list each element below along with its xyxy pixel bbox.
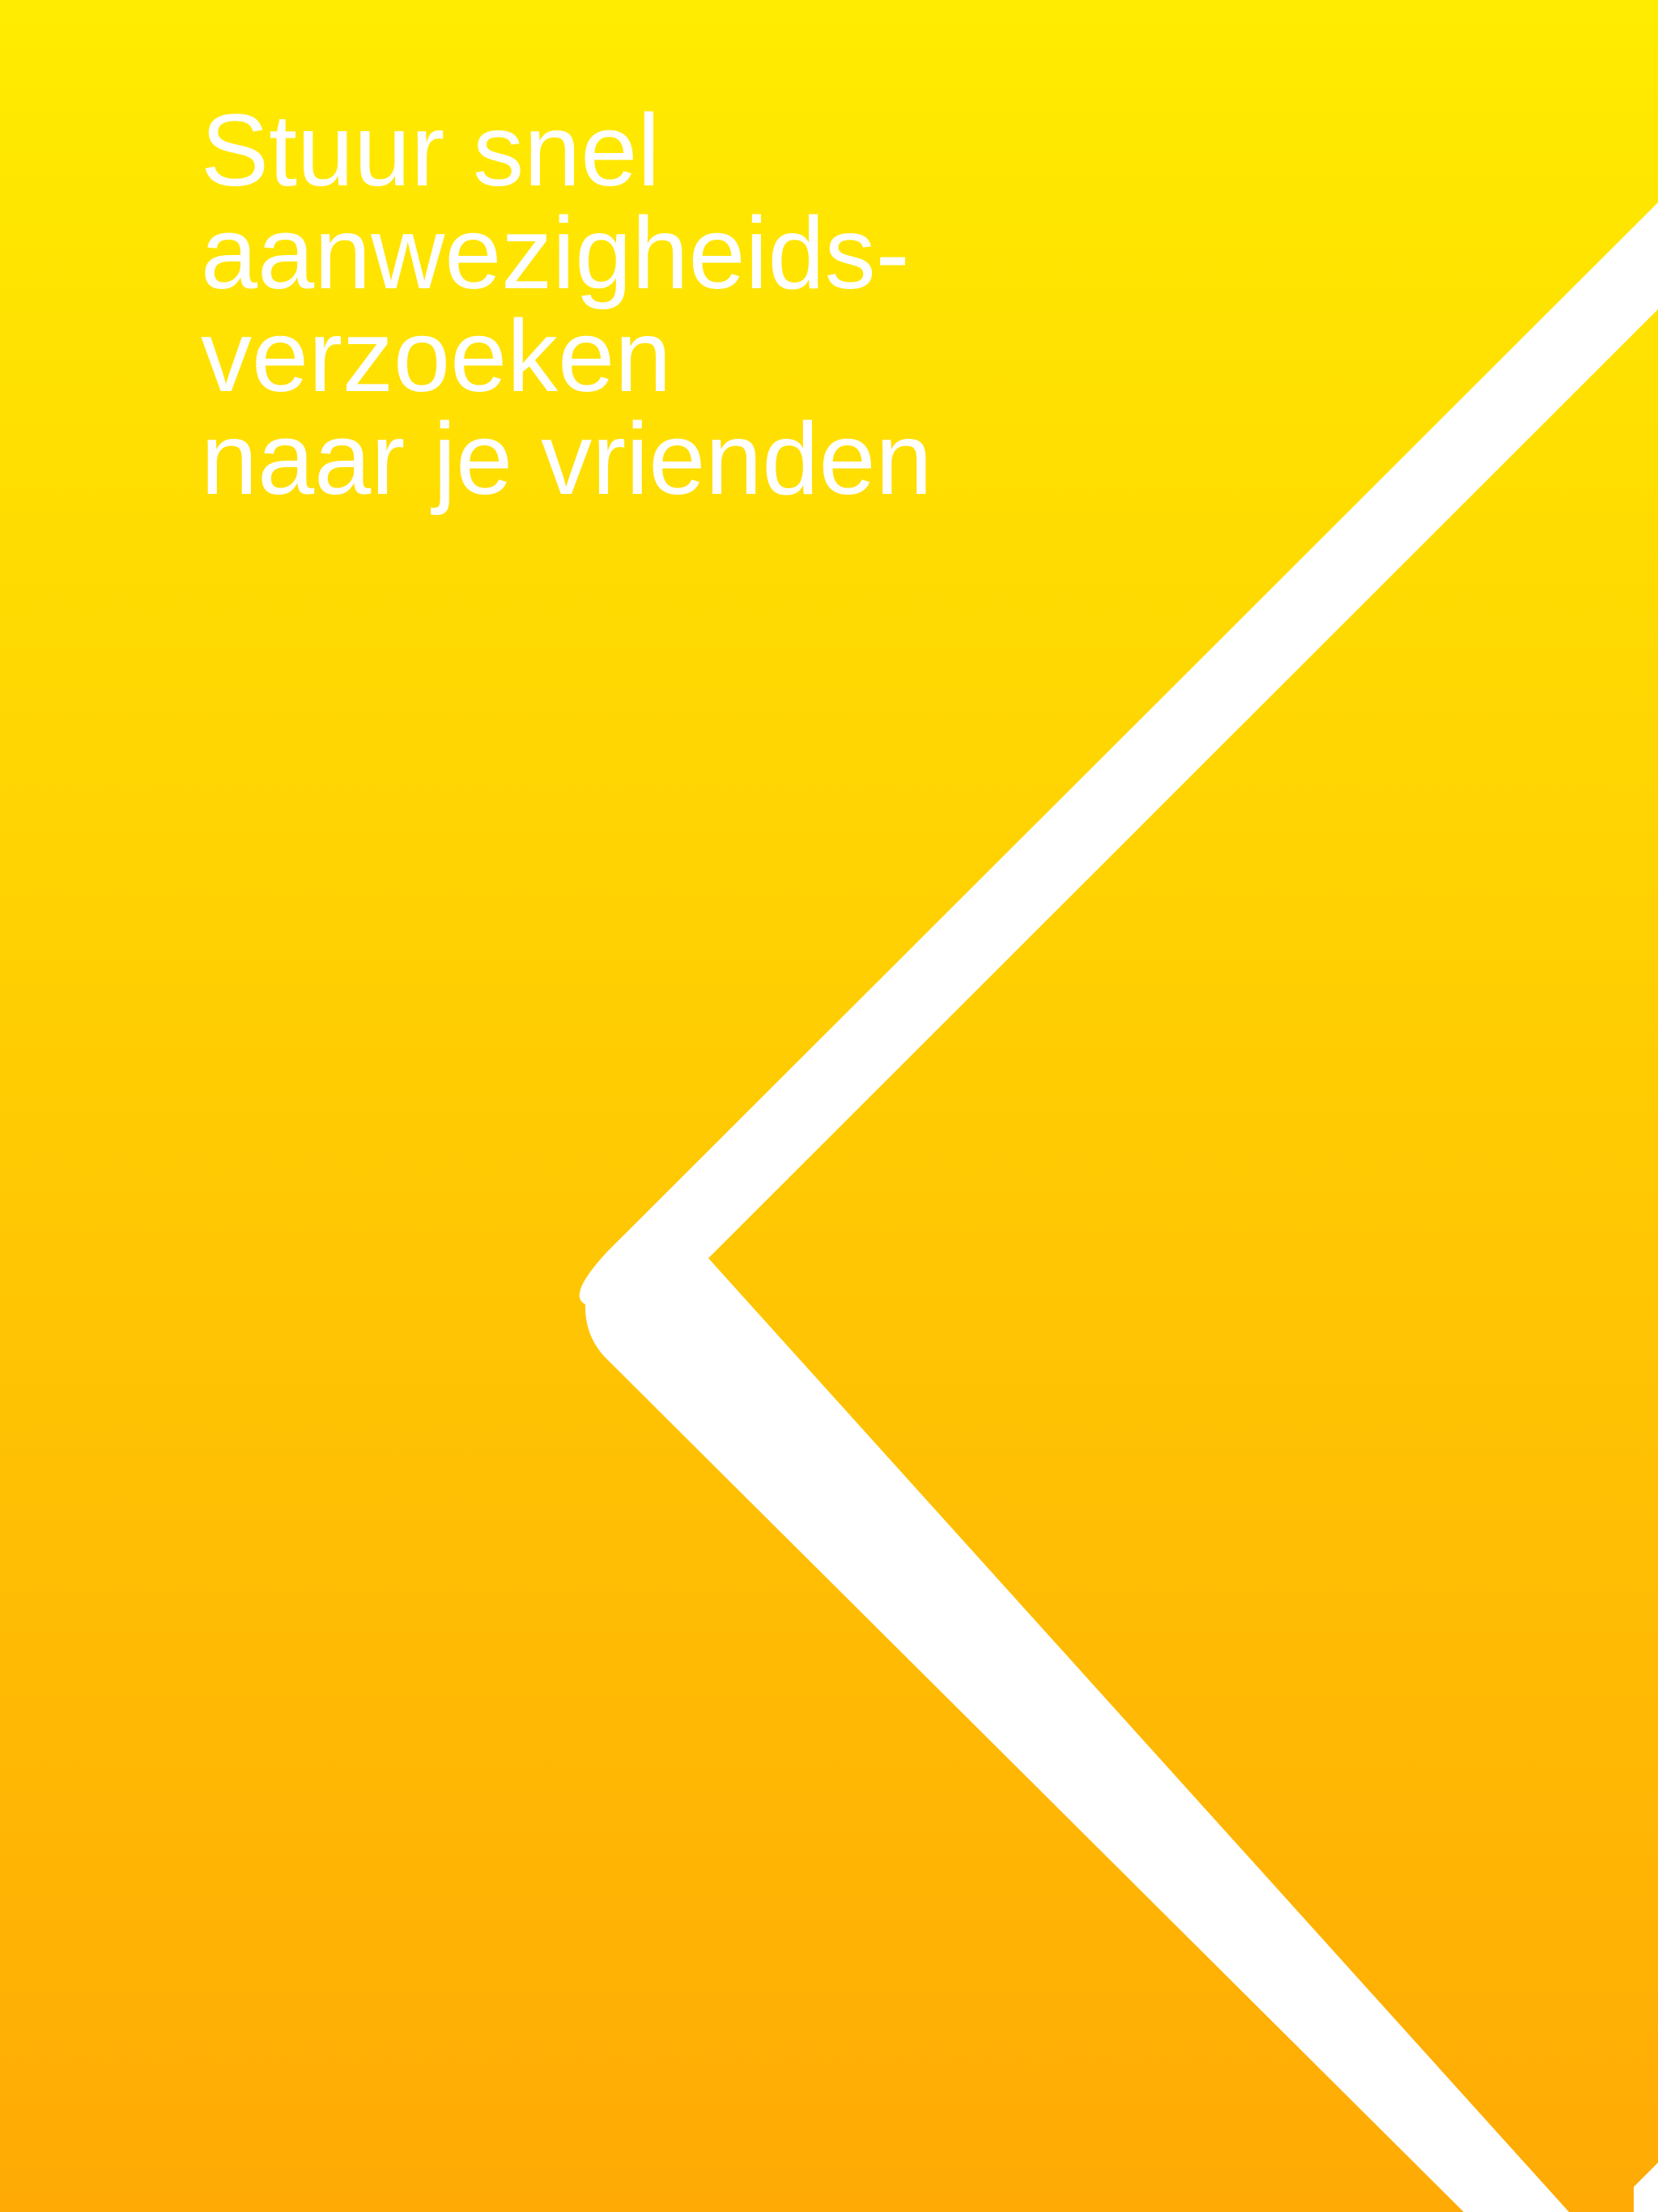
headline: Stuur snel aanwezigheids- verzoeken naar…: [201, 99, 1172, 510]
headline-line-1: Stuur snel: [201, 93, 661, 207]
headline-line-3: verzoeken: [201, 299, 672, 413]
headline-line-4: naar je vrienden: [201, 402, 933, 516]
onboarding-slide: Stuur snel aanwezigheids- verzoeken naar…: [0, 0, 1658, 2212]
headline-line-2: aanwezigheids-: [201, 196, 910, 310]
